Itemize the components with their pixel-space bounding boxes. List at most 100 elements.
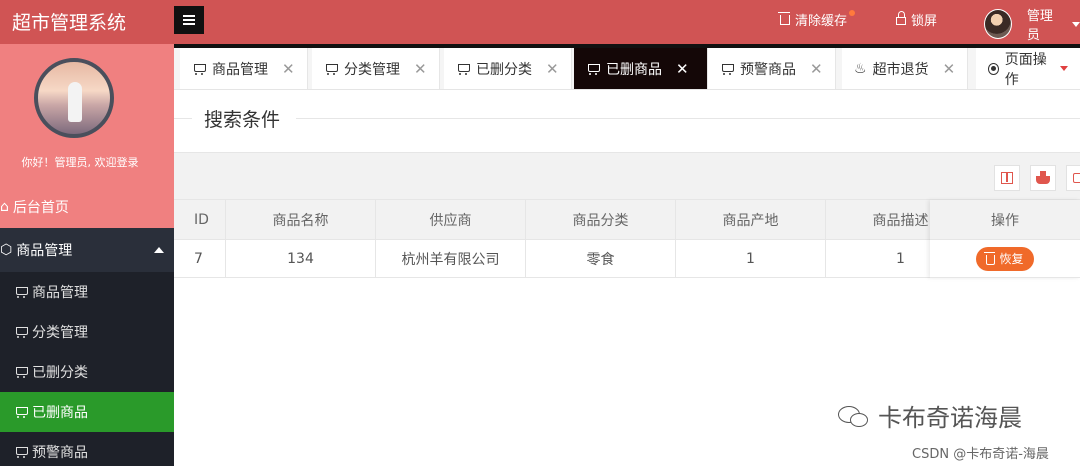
avatar (984, 9, 1012, 39)
home-icon: ⌂ (0, 199, 9, 215)
close-icon[interactable]: ✕ (282, 60, 295, 78)
tab-bar: 商品管理 ✕ 分类管理 ✕ 已删分类 ✕ 已删商品 ✕ 预警商品 ✕ ♨ 超市退… (174, 44, 1080, 90)
col-category: 商品分类 (526, 200, 676, 239)
watermark-csdn: CSDN @卡布奇诺-海晨 (912, 447, 1049, 462)
table-toolbar (174, 152, 1080, 200)
cell-category: 零食 (526, 240, 676, 277)
columns-icon (1001, 172, 1013, 184)
chevron-up-icon (154, 247, 164, 253)
profile-avatar (34, 58, 114, 138)
action-cell: 恢复 (930, 240, 1080, 278)
wechat-icon (838, 404, 872, 428)
cell-name: 134 (226, 240, 376, 277)
search-legend: 搜索条件 (204, 109, 281, 131)
close-icon[interactable]: ✕ (943, 60, 956, 78)
cube-icon: ⬡ (0, 242, 13, 258)
tab-label: 分类管理 (344, 61, 400, 78)
welcome-text: 你好！管理员, 欢迎登录 (21, 156, 139, 169)
lock-icon (896, 11, 906, 25)
close-icon[interactable]: ✕ (546, 60, 559, 78)
tab-label: 预警商品 (740, 61, 796, 78)
watermark-brand: 卡布奇诺海晨 (838, 398, 1022, 433)
cart-icon (720, 63, 734, 75)
search-fieldset: 搜索条件 (174, 90, 1080, 150)
tab-warning-goods[interactable]: 预警商品 ✕ (708, 48, 836, 89)
tab-category[interactable]: 分类管理 ✕ (312, 48, 440, 89)
sidebar-item-deleted-category[interactable]: 已删分类 (0, 352, 174, 392)
tab-goods[interactable]: 商品管理 ✕ (180, 48, 308, 89)
lock-screen-button[interactable]: 锁屏 (896, 10, 937, 29)
trash-icon (778, 11, 790, 25)
cart-icon (14, 366, 28, 378)
chevron-down-icon (1060, 66, 1068, 71)
col-id: ID (174, 200, 226, 239)
sidebar-item-label: 已删分类 (32, 365, 88, 381)
sidebar-group-goods[interactable]: ⬡ 商品管理 (0, 228, 174, 272)
tab-label: 商品管理 (212, 61, 268, 78)
sidebar-item-category[interactable]: 分类管理 (0, 312, 174, 352)
top-header: 超市管理系统 清除缓存 锁屏 管理员 (0, 0, 1080, 44)
close-icon[interactable]: ✕ (810, 60, 823, 78)
user-name: 管理员 (1026, 9, 1053, 43)
print-icon (1073, 173, 1080, 183)
app-logo: 超市管理系统 (12, 12, 127, 34)
sidebar-item-goods[interactable]: 商品管理 (0, 272, 174, 312)
trash-icon (984, 251, 996, 265)
cart-icon (324, 63, 338, 75)
cart-icon (192, 63, 206, 75)
col-name: 商品名称 (226, 200, 376, 239)
col-supplier: 供应商 (376, 200, 526, 239)
watermark-text: 卡布奇诺海晨 (878, 404, 1022, 432)
page-ops-dropdown[interactable]: 页面操作 (976, 48, 1080, 89)
profile-panel: 你好！管理员, 欢迎登录 ⌂ 后台首页 (0, 44, 174, 228)
cell-supplier: 杭州羊有限公司 (376, 240, 526, 277)
columns-filter-button[interactable] (994, 165, 1020, 191)
sidebar-item-home[interactable]: ⌂ 后台首页 (0, 186, 174, 228)
notification-dot (849, 10, 856, 16)
sidebar-submenu: 商品管理 分类管理 已删分类 已删商品 预警商品 (0, 272, 174, 466)
sidebar-item-label: 已删商品 (32, 405, 88, 421)
col-actions: 操作 (930, 200, 1080, 240)
sidebar-item-warning-goods[interactable]: 预警商品 (0, 432, 174, 466)
close-icon[interactable]: ✕ (414, 60, 427, 78)
tab-deleted-category[interactable]: 已删分类 ✕ (444, 48, 572, 89)
sidebar: 你好！管理员, 欢迎登录 ⌂ 后台首页 ⬡ 商品管理 商品管理 分类管理 已删分… (0, 44, 174, 466)
clear-cache-button[interactable]: 清除缓存 (778, 10, 856, 29)
target-icon (988, 62, 999, 75)
cell-id: 7 (174, 240, 226, 277)
cart-icon (586, 63, 600, 75)
restore-button[interactable]: 恢复 (976, 246, 1034, 271)
cart-icon (456, 63, 470, 75)
col-origin: 商品产地 (676, 200, 826, 239)
cart-icon (14, 286, 28, 298)
tab-label: 已删分类 (476, 61, 532, 78)
restore-label: 恢复 (999, 252, 1024, 266)
print-button[interactable] (1066, 165, 1080, 191)
sidebar-item-label: 分类管理 (32, 325, 88, 341)
tab-label: 超市退货 (872, 61, 929, 78)
tab-deleted-goods[interactable]: 已删商品 ✕ (574, 48, 708, 89)
user-menu[interactable]: 管理员 (984, 5, 1080, 43)
cell-origin: 1 (676, 240, 826, 277)
sidebar-item-label: 预警商品 (32, 445, 88, 461)
sidebar-item-deleted-goods[interactable]: 已删商品 (0, 392, 174, 432)
sidebar-item-label: 商品管理 (32, 285, 88, 301)
lock-screen-label: 锁屏 (911, 14, 938, 29)
menu-toggle-button[interactable] (174, 6, 204, 34)
export-button[interactable] (1030, 165, 1056, 191)
sidebar-group-label: 商品管理 (16, 243, 73, 259)
cart-icon (14, 406, 28, 418)
chevron-down-icon (1072, 21, 1080, 27)
page-ops-label: 页面操作 (1004, 51, 1047, 88)
fixed-action-column: 操作 恢复 (930, 200, 1080, 278)
cart-icon (14, 446, 28, 458)
fire-icon: ♨ (854, 60, 867, 77)
clear-cache-label: 清除缓存 (795, 14, 848, 29)
sidebar-home-label: 后台首页 (12, 200, 69, 216)
cart-icon (14, 326, 28, 338)
close-icon[interactable]: ✕ (676, 60, 689, 78)
tab-supermarket-return[interactable]: ♨ 超市退货 ✕ (842, 48, 969, 89)
export-icon (1036, 171, 1050, 184)
hamburger-icon (183, 15, 195, 25)
tab-label: 已删商品 (606, 61, 662, 78)
